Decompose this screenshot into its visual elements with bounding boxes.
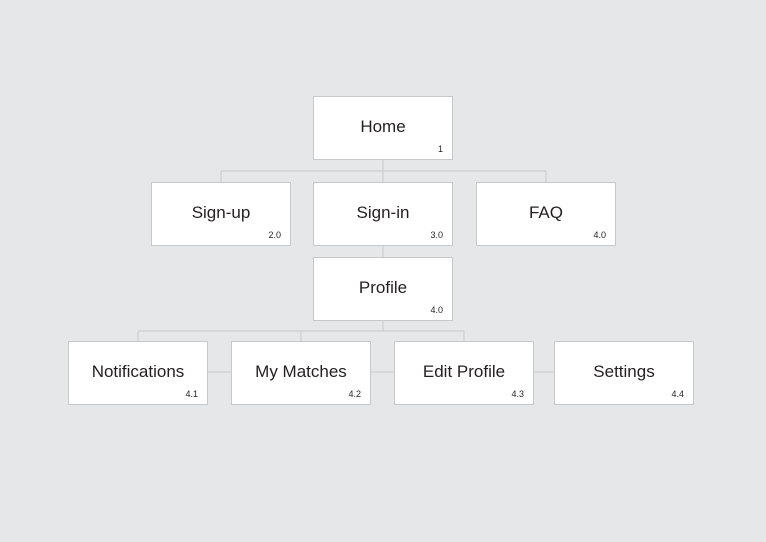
node-label: Profile [358, 278, 408, 297]
node-sign-in: Sign-in 3.0 [313, 182, 453, 246]
node-number: 2.0 [268, 230, 281, 240]
node-edit-profile: Edit Profile 4.3 [394, 341, 534, 405]
node-faq: FAQ 4.0 [476, 182, 616, 246]
node-sign-up: Sign-up 2.0 [151, 182, 291, 246]
node-settings: Settings 4.4 [554, 341, 694, 405]
node-number: 4.1 [185, 389, 198, 399]
node-label: Sign-up [191, 203, 251, 222]
node-number: 4.3 [511, 389, 524, 399]
node-label: Settings [593, 362, 655, 381]
node-label: FAQ [528, 203, 563, 222]
node-label: Edit Profile [422, 362, 506, 381]
node-label: Sign-in [356, 203, 410, 222]
node-number: 4.0 [593, 230, 606, 240]
node-label: Notifications [91, 362, 185, 381]
node-number: 4.2 [348, 389, 361, 399]
node-notifications: Notifications 4.1 [68, 341, 208, 405]
node-number: 4.0 [430, 305, 443, 315]
node-label: Home [360, 117, 406, 136]
node-profile: Profile 4.0 [313, 257, 453, 321]
node-home: Home 1 [313, 96, 453, 160]
node-number: 1 [437, 144, 443, 154]
node-label: My Matches [255, 362, 347, 381]
node-number: 4.4 [671, 389, 684, 399]
node-number: 3.0 [430, 230, 443, 240]
node-my-matches: My Matches 4.2 [231, 341, 371, 405]
